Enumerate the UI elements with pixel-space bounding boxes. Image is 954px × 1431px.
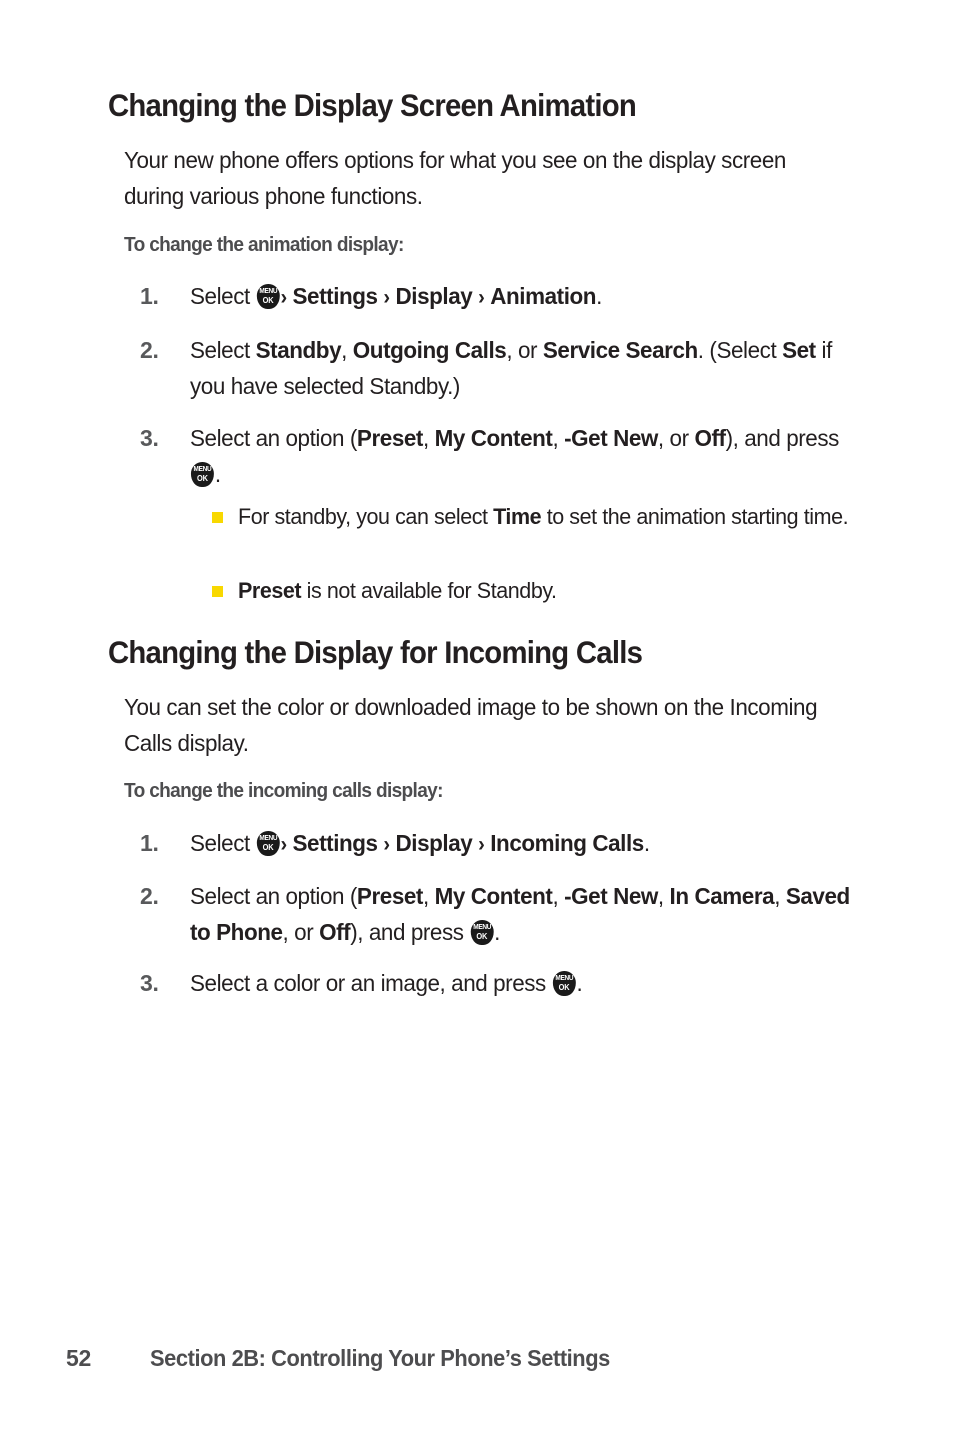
option-my-content: My Content: [434, 425, 553, 451]
menu-ok-top-label: MENU: [193, 464, 212, 473]
step-text-fragment: ,: [341, 337, 353, 363]
menu-ok-bottom-label: OK: [197, 474, 208, 483]
option-set: Set: [782, 337, 816, 363]
option-preset: Preset: [356, 883, 423, 909]
sub-bullet-text: Preset is not available for Standby.: [238, 574, 859, 608]
option-my-content: My Content: [434, 883, 553, 909]
menu-ok-top-label: MENU: [472, 922, 491, 931]
step-text-fragment: Select an option (: [190, 883, 357, 909]
lead-in-incoming-calls-display: To change the incoming calls display:: [124, 779, 443, 802]
step-text-fragment: .: [214, 461, 221, 487]
list-text: Select an option (Preset, My Content, -G…: [190, 878, 859, 950]
menu-ok-bottom-label: OK: [558, 983, 570, 992]
chevron-right-icon: ›: [478, 286, 485, 309]
step-text-fragment: ,: [657, 883, 670, 909]
list-text: Select MENU OK › Settings › Display › Anim…: [190, 278, 859, 316]
step-text-fragment: .: [596, 283, 602, 309]
list-number: 3.: [140, 970, 159, 996]
menu-ok-top-label: MENU: [259, 286, 277, 295]
bullet-square-icon: [212, 586, 223, 597]
chevron-right-icon: ›: [280, 286, 287, 309]
page-footer: 52 Section 2B: Controlling Your Phone’s …: [0, 1345, 954, 1385]
step-text-fragment: , or: [657, 425, 695, 451]
menu-ok-key-icon: MENU OK: [552, 971, 576, 996]
chevron-right-icon: ›: [383, 833, 390, 856]
list-text: Select MENU OK › Settings › Display › Inco…: [190, 825, 859, 863]
bullet-text-fragment: For standby, you can select: [238, 504, 494, 529]
option-off: Off: [694, 425, 726, 451]
list-number: 1.: [140, 283, 159, 309]
menu-ok-top-label: MENU: [555, 973, 574, 982]
step-text-fragment: Select a color or an image, and press: [190, 970, 552, 996]
chevron-right-icon: ›: [478, 833, 485, 856]
page-number: 52: [66, 1345, 91, 1371]
bullet-square-icon: [212, 512, 223, 523]
step-text-fragment: .: [576, 970, 583, 996]
menu-path-display: Display: [395, 830, 473, 856]
step-text-fragment: Select: [190, 830, 256, 856]
lead-in-animation-display: To change the animation display:: [124, 233, 404, 256]
option-get-new: -Get New: [564, 425, 658, 451]
step-text-fragment: ,: [774, 883, 786, 909]
section-paragraph-incoming-calls: You can set the color or downloaded imag…: [124, 694, 818, 756]
step-text-fragment: Select: [190, 283, 256, 309]
sub-bullet-text: For standby, you can select Time to set …: [238, 500, 859, 534]
menu-ok-bottom-label: OK: [262, 296, 274, 305]
section-paragraph-animation: Your new phone offers options for what y…: [124, 147, 786, 209]
list-number: 3.: [140, 425, 159, 451]
option-outgoing-calls: Outgoing Calls: [352, 337, 507, 363]
list-number: 2.: [140, 883, 159, 909]
step-text-fragment: ,: [552, 883, 565, 909]
step-text-fragment: ), and press: [350, 919, 470, 945]
section-heading-display-incoming-calls: Changing the Display for Incoming Calls: [108, 634, 643, 670]
list-text: Select an option (Preset, My Content, -G…: [190, 420, 859, 492]
step-text-fragment: ,: [422, 425, 435, 451]
menu-path-display: Display: [395, 283, 473, 309]
menu-path-animation: Animation: [490, 283, 597, 309]
option-service-search: Service Search: [542, 337, 698, 363]
list-number: 1.: [140, 830, 159, 856]
menu-ok-top-label: MENU: [259, 833, 277, 842]
option-preset: Preset: [238, 578, 302, 603]
list-number: 2.: [140, 337, 159, 363]
menu-ok-key-icon: MENU OK: [190, 462, 214, 487]
step-text-fragment: ,: [552, 425, 565, 451]
menu-ok-bottom-label: OK: [262, 843, 274, 852]
step-text-fragment: Select an option (: [190, 425, 357, 451]
footer-section-title: Section 2B: Controlling Your Phone’s Set…: [150, 1345, 610, 1371]
step-text-fragment: Select: [190, 337, 256, 363]
option-time: Time: [493, 504, 542, 529]
chevron-right-icon: ›: [280, 833, 287, 856]
menu-ok-key-icon: MENU OK: [256, 831, 280, 856]
option-off: Off: [319, 919, 351, 945]
bullet-text-fragment: is not available for Standby.: [301, 578, 557, 603]
list-text: Select Standby, Outgoing Calls, or Servi…: [190, 332, 859, 404]
option-standby: Standby: [255, 337, 342, 363]
manual-page: Changing the Display Screen Animation Yo…: [0, 0, 954, 1431]
menu-ok-key-icon: MENU OK: [470, 920, 494, 945]
menu-ok-bottom-label: OK: [476, 932, 488, 941]
step-text-fragment: .: [494, 919, 501, 945]
step-text-fragment: , or: [506, 337, 543, 363]
step-text-fragment: . (Select: [697, 337, 783, 363]
list-text: Select a color or an image, and press ME…: [190, 965, 859, 1001]
chevron-right-icon: ›: [383, 286, 390, 309]
menu-path-incoming-calls: Incoming Calls: [490, 830, 644, 856]
step-text-fragment: ,: [422, 883, 435, 909]
option-in-camera: In Camera: [669, 883, 775, 909]
menu-ok-key-icon: MENU OK: [256, 284, 280, 309]
step-text-fragment: ), and press: [725, 425, 840, 451]
menu-path-settings: Settings: [292, 830, 379, 856]
step-text-fragment: .: [643, 830, 650, 856]
option-preset: Preset: [356, 425, 423, 451]
section-heading-display-screen-animation: Changing the Display Screen Animation: [108, 87, 637, 123]
bullet-text-fragment: to set the animation starting time.: [541, 504, 849, 529]
menu-path-settings: Settings: [292, 283, 379, 309]
step-text-fragment: , or: [282, 919, 320, 945]
option-get-new: -Get New: [564, 883, 658, 909]
